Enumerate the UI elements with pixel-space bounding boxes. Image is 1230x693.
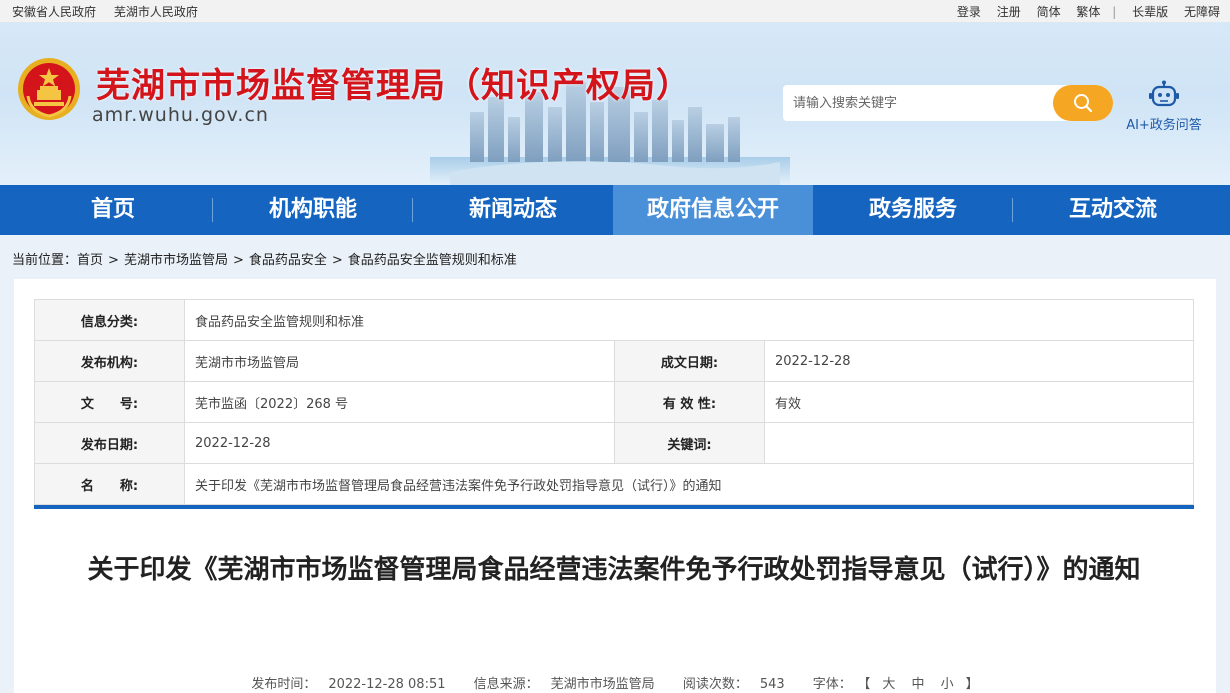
divider: | (1112, 5, 1117, 19)
publish-time: 发布时间： 2022-12-28 08:51 (245, 677, 451, 692)
simplified-link[interactable]: 简体 (1037, 5, 1061, 19)
publisher-value: 芜湖市市场监管局 (184, 340, 615, 382)
login-link[interactable]: 登录 (957, 5, 981, 19)
bracket-open: 【 (863, 677, 871, 692)
breadcrumb-separator: > (108, 253, 119, 268)
views-label: 阅读次数： (682, 677, 748, 692)
ai-robot-icon (1149, 80, 1179, 107)
name-label: 名 称: (34, 463, 185, 505)
publish-date-value: 2022-12-28 (184, 422, 615, 464)
bracket-close: 】 (965, 677, 979, 692)
search-icon (1074, 94, 1093, 113)
search-input[interactable] (783, 85, 1053, 121)
breadcrumb-item-standards[interactable]: 食品药品安全监管规则和标准 (348, 253, 517, 268)
source-value: 芜湖市市场监管局 (550, 677, 655, 692)
nav-item-services[interactable]: 政务服务 (813, 185, 1013, 235)
name-value: 关于印发《芜湖市市场监督管理局食品经营违法案件免予行政处罚指导意见（试行）》的通… (184, 463, 1194, 505)
main-nav: 首页 机构职能 新闻动态 政府信息公开 政务服务 互动交流 (0, 185, 1230, 235)
document-info-table: 信息分类: 食品药品安全监管规则和标准 发布机构: 芜湖市市场监管局 成文日期:… (34, 299, 1194, 505)
breadcrumb-separator: > (331, 253, 343, 268)
source-label: 信息来源： (473, 677, 539, 692)
divider (34, 505, 1194, 509)
site-header: 芜湖市市场监督管理局（知识产权局） amr.wuhu.gov.cn AI+政务问… (0, 22, 1230, 185)
written-date-value: 2022-12-28 (764, 340, 1194, 382)
table-row: 信息分类: 食品药品安全监管规则和标准 (34, 299, 1194, 341)
publish-date-label: 发布日期: (34, 422, 185, 464)
doc-number-label: 文 号: (34, 381, 185, 423)
table-row: 发布机构: 芜湖市市场监管局 成文日期: 2022-12-28 (34, 340, 1194, 382)
table-row: 名 称: 关于印发《芜湖市市场监督管理局食品经营违法案件免予行政处罚指导意见（试… (34, 463, 1194, 505)
elderly-mode-link[interactable]: 长辈版 (1132, 5, 1168, 19)
breadcrumb-item-home[interactable]: 首页 (77, 253, 103, 268)
breadcrumb-prefix: 当前位置： (12, 253, 78, 268)
category-label: 信息分类: (34, 299, 185, 341)
breadcrumb-separator: > (232, 253, 244, 268)
nav-item-interaction[interactable]: 互动交流 (1013, 185, 1213, 235)
link-anhui-gov[interactable]: 安徽省人民政府 (12, 5, 96, 19)
ai-assistant-button[interactable]: AI+政务问答 (1118, 80, 1210, 133)
category-value: 食品药品安全监管规则和标准 (184, 299, 1194, 341)
nav-item-info-disclosure[interactable]: 政府信息公开 (613, 185, 813, 235)
register-link[interactable]: 注册 (997, 5, 1021, 19)
article-title: 关于印发《芜湖市市场监督管理局食品经营违法案件免予行政处罚指导意见（试行）》的通… (87, 555, 1141, 585)
publisher-label: 发布机构: (34, 340, 185, 382)
nav-item-news[interactable]: 新闻动态 (413, 185, 613, 235)
font-size-large-button[interactable]: 大 (882, 677, 895, 692)
ai-assistant-label: AI+政务问答 (1126, 118, 1202, 133)
publish-time-value: 2022-12-28 08:51 (328, 677, 446, 692)
nav-item-functions[interactable]: 机构职能 (213, 185, 413, 235)
source: 信息来源： 芜湖市市场监管局 (468, 677, 661, 692)
nav-item-home[interactable]: 首页 (13, 185, 213, 235)
content-panel: 信息分类: 食品药品安全监管规则和标准 发布机构: 芜湖市市场监管局 成文日期:… (14, 279, 1216, 693)
views-value: 543 (759, 677, 785, 692)
keywords-value (764, 422, 1194, 464)
font-size-small-button[interactable]: 小 (941, 677, 954, 692)
breadcrumb: 当前位置：首页 > 芜湖市市场监管局 > 食品药品安全 > 食品药品安全监管规则和标准 (12, 249, 517, 268)
written-date-label: 成文日期: (614, 340, 765, 382)
national-emblem-icon (18, 58, 80, 120)
link-wuhu-gov[interactable]: 芜湖市人民政府 (114, 5, 198, 19)
breadcrumb-item-bureau[interactable]: 芜湖市市场监管局 (124, 253, 228, 268)
font-size-medium-button[interactable]: 中 (911, 677, 924, 692)
breadcrumb-item-food-safety[interactable]: 食品药品安全 (249, 253, 327, 268)
accessibility-link[interactable]: 无障碍 (1184, 5, 1220, 19)
traditional-link[interactable]: 繁体 (1076, 5, 1100, 19)
search-button[interactable] (1053, 85, 1113, 121)
article-meta: 发布时间： 2022-12-28 08:51 信息来源： 芜湖市市场监管局 阅读次数… (14, 673, 1216, 692)
views: 阅读次数： 543 (677, 677, 791, 692)
search-box (783, 85, 1113, 121)
top-bar-left: 安徽省人民政府 芜湖市人民政府 (12, 3, 212, 20)
site-domain: amr.wuhu.gov.cn (92, 104, 269, 126)
validity-label: 有 效 性: (614, 381, 765, 423)
table-row: 文 号: 芜市监函〔2022〕268 号 有 效 性: 有效 (34, 381, 1194, 423)
site-title: 芜湖市市场监督管理局（知识产权局） (96, 66, 691, 106)
top-bar-right: 登录 注册 简体 繁体 | 长辈版 无障碍 (945, 3, 1220, 20)
keywords-label: 关键词: (614, 422, 765, 464)
top-bar: 安徽省人民政府 芜湖市人民政府 登录 注册 简体 繁体 | 长辈版 无障碍 (0, 0, 1230, 22)
font-size-label: 字体： (812, 677, 852, 692)
publish-time-label: 发布时间： (251, 677, 317, 692)
table-row: 发布日期: 2022-12-28 关键词: (34, 422, 1194, 464)
doc-number-value: 芜市监函〔2022〕268 号 (184, 381, 615, 423)
font-size-control: 字体： 【大 中 小】 (807, 677, 985, 692)
validity-value: 有效 (764, 381, 1194, 423)
